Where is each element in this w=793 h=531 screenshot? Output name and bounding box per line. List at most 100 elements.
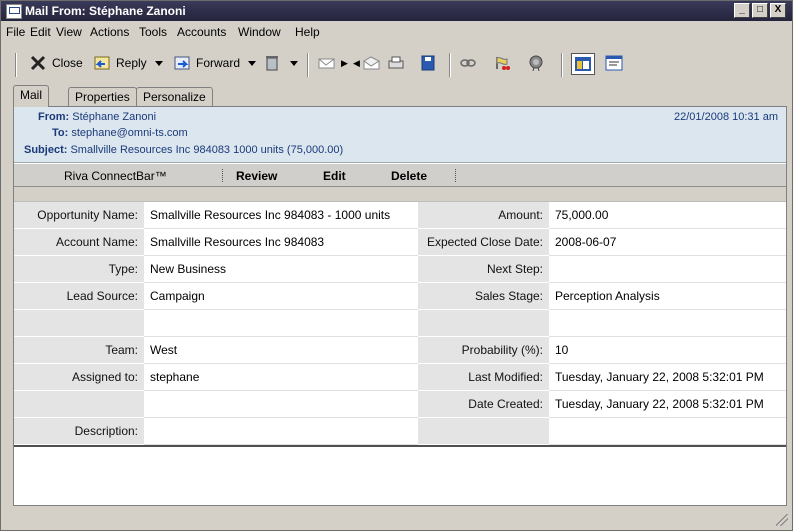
field-value: West [144, 336, 418, 364]
minimize-button[interactable]: _ [734, 3, 750, 18]
menu-tools[interactable]: Tools [139, 25, 167, 39]
to-value[interactable]: stephane@omni-ts.com [71, 127, 187, 139]
field-label [418, 417, 549, 445]
field-label: Date Created: [418, 390, 549, 418]
menu-bar: File Edit View Actions Tools Accounts Wi… [1, 22, 792, 40]
table-row: Lead Source: Campaign Sales Stage: Percepti… [14, 282, 786, 310]
menu-accounts[interactable]: Accounts [177, 25, 226, 39]
field-value: stephane [144, 363, 418, 391]
connectbar-separator [455, 169, 457, 182]
open-previous-button[interactable]: ◀ [353, 55, 386, 71]
field-value: 10 [549, 336, 786, 364]
reply-button[interactable]: Reply [93, 55, 163, 71]
field-value: 75,000.00 [549, 202, 786, 229]
toolbar-separator [561, 53, 563, 77]
field-label: Assigned to: [14, 363, 144, 391]
table-row [14, 309, 786, 337]
field-value: New Business [144, 255, 418, 283]
field-label: Amount: [418, 202, 549, 229]
menu-actions[interactable]: Actions [90, 25, 129, 39]
message-header: From: Stéphane Zanoni To: stephane@omni-… [14, 107, 786, 163]
from-value[interactable]: Stéphane Zanoni [72, 111, 156, 123]
forward-button[interactable]: Forward [173, 55, 257, 71]
printer-icon [387, 55, 405, 71]
forward-label: Forward [196, 56, 241, 70]
mail-window: Mail From: Stéphane Zanoni _ □ X File Ed… [0, 0, 793, 531]
field-label: Description: [14, 417, 144, 445]
sensitivity-button[interactable] [527, 55, 550, 72]
forward-icon [173, 55, 191, 71]
flag-icon [493, 55, 511, 71]
menu-view[interactable]: View [56, 25, 82, 39]
save-button[interactable] [419, 55, 442, 71]
to-label: To: [52, 127, 69, 139]
tab-personalize[interactable]: Personalize [136, 87, 213, 106]
trash-icon [263, 55, 281, 71]
field-value [144, 309, 418, 337]
open-mail-button[interactable]: ▶ [318, 55, 348, 71]
toolbar-separator [449, 53, 451, 77]
forward-dropdown-icon[interactable] [248, 60, 257, 66]
field-value: Campaign [144, 282, 418, 310]
menu-file[interactable]: File [6, 25, 25, 39]
table-row: Opportunity Name: Smallville Resources In… [14, 202, 786, 229]
opportunity-details: Opportunity Name: Smallville Resources In… [14, 202, 786, 445]
trash-button[interactable] [263, 55, 298, 71]
close-button[interactable]: Close [29, 55, 83, 71]
follow-up-button[interactable] [493, 55, 516, 71]
resize-grip-icon[interactable] [776, 514, 788, 526]
riva-connectbar: Riva ConnectBar™ Review Edit Delete [14, 163, 786, 187]
mail-panel: From: Stéphane Zanoni To: stephane@omni-… [13, 106, 787, 506]
restore-button[interactable]: □ [752, 3, 768, 18]
close-x-icon [29, 55, 47, 71]
subject-value: Smallville Resources Inc 984083 1000 uni… [70, 144, 344, 156]
toolbar-grip [15, 53, 17, 77]
table-row: Assigned to: stephane Last Modified: Tuesda… [14, 363, 786, 391]
trash-dropdown-icon[interactable] [290, 60, 298, 66]
field-label: Account Name: [14, 228, 144, 256]
reply-dropdown-icon[interactable] [154, 60, 163, 66]
table-row: Type: New Business Next Step: [14, 255, 786, 283]
window-list-icon [605, 55, 623, 71]
field-label: Next Step: [418, 255, 549, 283]
field-value: 2008-06-07 [549, 228, 786, 256]
chain-link-icon [459, 55, 477, 71]
menu-edit[interactable]: Edit [30, 25, 51, 39]
arrow-left-icon: ◀ [353, 57, 360, 68]
toolbar-separator [307, 53, 309, 77]
field-label [14, 309, 144, 337]
view-preview-button[interactable] [571, 53, 600, 75]
reply-icon [93, 55, 111, 71]
menu-window[interactable]: Window [238, 25, 281, 39]
tab-mail[interactable]: Mail [13, 85, 50, 107]
field-value [549, 255, 786, 283]
window-title: Mail From: Stéphane Zanoni [25, 4, 186, 18]
field-value: Tuesday, January 22, 2008 5:32:01 PM [549, 390, 786, 418]
from-label: From: [38, 111, 70, 123]
tab-properties[interactable]: Properties [68, 87, 137, 106]
field-value: Perception Analysis [549, 282, 786, 310]
connectbar-title: Riva ConnectBar™ [64, 169, 167, 183]
delete-button[interactable]: Delete [391, 169, 427, 183]
message-date: 22/01/2008 10:31 am [674, 111, 778, 123]
field-label: Sales Stage: [418, 282, 549, 310]
menu-help[interactable]: Help [295, 25, 320, 39]
close-window-button[interactable]: X [770, 3, 786, 18]
title-bar[interactable]: Mail From: Stéphane Zanoni _ □ X [1, 1, 792, 21]
field-value: Tuesday, January 22, 2008 5:32:01 PM [549, 363, 786, 391]
field-value [144, 390, 418, 418]
envelope-open-icon [362, 55, 381, 71]
window-pane-icon [571, 53, 595, 75]
table-row: Date Created: Tuesday, January 22, 2008 5… [14, 390, 786, 418]
field-value: Smallville Resources Inc 984083 [144, 228, 418, 256]
view-list-button[interactable] [605, 55, 628, 71]
floppy-disk-icon [419, 55, 437, 71]
edit-button[interactable]: Edit [323, 169, 346, 183]
link-button[interactable] [459, 55, 482, 71]
review-button[interactable]: Review [236, 169, 277, 183]
field-label [14, 390, 144, 418]
details-bottom-border [14, 445, 786, 447]
field-label: Lead Source: [14, 282, 144, 310]
reply-label: Reply [116, 56, 147, 70]
print-button[interactable] [387, 55, 410, 71]
